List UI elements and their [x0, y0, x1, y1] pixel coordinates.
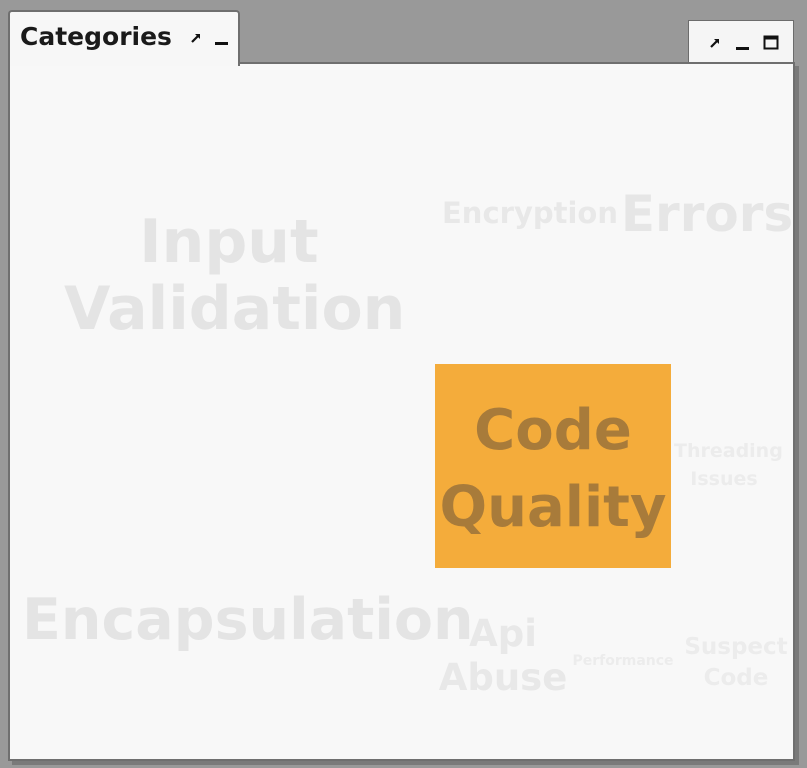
tag-line: Suspect	[684, 634, 788, 660]
maximize-icon[interactable]	[761, 33, 781, 53]
tag-threading-issues[interactable]: Threading Issues	[674, 438, 783, 493]
tag-line: Api	[469, 612, 537, 655]
tag-line: Issues	[690, 467, 758, 490]
tag-code-quality: Code Quality	[435, 392, 671, 547]
tag-line: Input	[139, 207, 319, 277]
categories-view-frame: Categories Input Validation Encryption E…	[0, 0, 807, 768]
tag-line: Quality	[439, 475, 667, 541]
restore-icon[interactable]	[705, 33, 725, 53]
minimize-icon[interactable]	[733, 33, 753, 53]
restore-icon[interactable]	[186, 28, 206, 48]
tag-line: Threading	[674, 440, 783, 462]
tag-line: Validation	[64, 274, 406, 345]
minimize-icon[interactable]	[212, 28, 232, 48]
tag-performance[interactable]: Performance	[566, 653, 680, 670]
tag-input-validation[interactable]: Input Validation	[64, 207, 406, 345]
view-toolbar	[688, 20, 794, 62]
tag-line: Code	[474, 398, 632, 463]
tag-code-quality-selected[interactable]: Code Quality	[435, 364, 671, 568]
tag-suspect-code[interactable]: Suspect Code	[680, 632, 792, 694]
tag-line: Code	[703, 665, 769, 692]
categories-tab[interactable]: Categories	[8, 10, 240, 66]
tag-line: Abuse	[438, 656, 568, 700]
tab-title: Categories	[20, 22, 172, 51]
tag-errors[interactable]: Errors	[612, 186, 802, 242]
tag-encapsulation[interactable]: Encapsulation	[22, 588, 474, 653]
tag-cloud-panel: Input Validation Encryption Errors Code …	[8, 62, 795, 761]
tag-api-abuse[interactable]: Api Abuse	[438, 612, 568, 701]
tag-encryption[interactable]: Encryption	[440, 197, 620, 230]
